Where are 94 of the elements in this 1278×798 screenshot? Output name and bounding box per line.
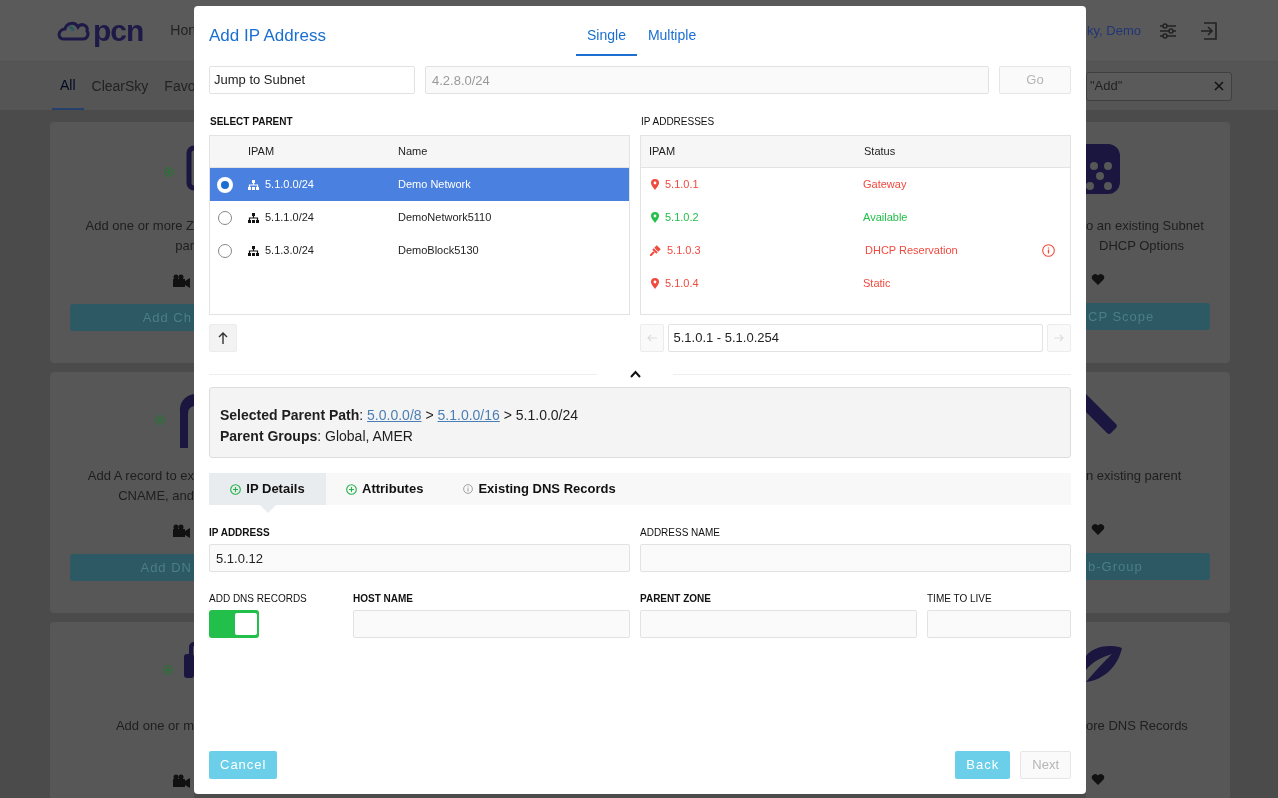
add-icon (346, 483, 357, 495)
arrow-right-icon (1053, 333, 1064, 343)
section-label: SELECT PARENT (210, 115, 294, 129)
ttl-field[interactable] (927, 610, 1071, 638)
radio-button[interactable] (218, 210, 232, 225)
add-icon (163, 665, 173, 675)
table-cell-text: DemoBlock5130 (398, 243, 479, 259)
table-cell-text: Demo Network (398, 177, 471, 193)
field-label: ADDRESS NAME (640, 526, 721, 540)
video-icon (173, 774, 190, 788)
pushpin-icon (650, 245, 661, 256)
tab[interactable]: Single (576, 22, 637, 56)
table-row[interactable]: 5.1.0.1 Gateway (641, 168, 1070, 201)
heart-icon (1091, 273, 1105, 286)
field-label: HOST NAME (353, 592, 414, 606)
video-icon (173, 524, 190, 538)
dialog-title: Add IP Address (209, 25, 327, 48)
subnet-field[interactable]: 4.2.8.0/24 (425, 66, 989, 94)
add-icon (230, 483, 242, 495)
table-cell-text: 5.1.0.4 (665, 276, 700, 292)
arrow-up-icon (218, 332, 228, 344)
location-pin-icon (651, 278, 659, 289)
field-label: TIME TO LIVE (927, 592, 993, 606)
table-cell-text: Static (863, 276, 891, 292)
settings-icon[interactable] (1159, 22, 1177, 39)
logout-icon[interactable] (1200, 21, 1218, 40)
field-label: PARENT ZONE (640, 592, 712, 606)
table-cell-text: 5.1.1.0/24 (265, 210, 315, 226)
network-icon (248, 212, 259, 223)
column-header: Status (864, 144, 896, 160)
ip-address-field[interactable]: 5.1.0.12 (209, 544, 630, 572)
table-cell-text: 5.1.0.1 (665, 177, 700, 193)
location-pin-icon (651, 179, 659, 190)
logo-text: pcn (93, 13, 144, 49)
table-cell-text: 5.1.0.0/24 (265, 177, 315, 193)
range-select[interactable]: 5.1.0.1 - 5.1.0.254 (668, 324, 1043, 352)
parent-groups: Parent Groups: Global, AMER (220, 426, 1060, 447)
add-icon (155, 415, 165, 425)
field-label: IP ADDRESS (209, 526, 271, 540)
column-header: IPAM (248, 144, 276, 160)
location-pin-icon (651, 212, 659, 223)
search-text: "Add" (1089, 77, 1124, 96)
path-link[interactable]: 5.0.0.0/8 (367, 407, 422, 423)
card-text: Add one or more Z (84, 217, 194, 235)
table-cell-text: Available (863, 210, 908, 226)
table-row[interactable]: 5.1.0.4 Static (641, 267, 1070, 300)
table-row[interactable]: 5.1.3.0/24 DemoBlock5130 (210, 234, 629, 267)
tab[interactable]: IP Details (209, 473, 326, 505)
heart-icon (1091, 523, 1105, 536)
card-text: ore DNS Records (1086, 717, 1189, 735)
network-icon (248, 245, 259, 256)
card-text: par (174, 237, 194, 255)
table-row[interactable]: 5.1.1.0/24 DemoNetwork5110 (210, 201, 629, 234)
tab[interactable]: Attributes (326, 473, 444, 505)
tab[interactable]: Existing DNS Records (443, 473, 636, 505)
column-header: IPAM (649, 144, 677, 160)
column-header: Name (398, 144, 428, 160)
tab[interactable]: All (52, 62, 84, 110)
section-label: IP ADDRESSES (641, 115, 716, 129)
network-icon (248, 179, 259, 190)
search-field[interactable]: "Add" (1086, 71, 1232, 101)
card-text: n existing parent (1086, 467, 1183, 485)
table-cell-text: 5.1.0.3 (667, 243, 702, 259)
field-label: ADD DNS RECORDS (209, 592, 308, 606)
table-cell-text: 5.1.0.2 (665, 210, 700, 226)
leaf-icon (1086, 644, 1122, 684)
parent-zone-field[interactable] (640, 610, 917, 638)
info-icon (463, 484, 474, 494)
address-name-field[interactable] (640, 544, 1071, 572)
path-link[interactable]: 5.1.0.0/16 (437, 407, 500, 423)
up-button[interactable] (209, 324, 237, 352)
jump-select[interactable]: Jump to Subnet (209, 66, 415, 94)
heart-icon (1091, 773, 1105, 786)
table-row[interactable]: 5.1.0.0/24 Demo Network (210, 168, 629, 201)
collapse-icon[interactable] (629, 370, 641, 378)
table-row[interactable]: 5.1.0.2 Available (641, 201, 1070, 234)
table-cell-text: 5.1.3.0/24 (265, 243, 315, 259)
lock-icon (184, 640, 194, 678)
card-text: CNAME, and (117, 487, 194, 505)
table-cell-text: Gateway (863, 177, 907, 193)
tab[interactable]: Multiple (642, 22, 702, 56)
parent-path: Selected Parent Path: 5.0.0.0/8 > 5.1.0.0/16 > 5.1.0.0/24 (220, 406, 580, 425)
host-name-field[interactable] (353, 610, 630, 638)
video-icon (173, 274, 190, 288)
toggle-switch[interactable] (209, 610, 259, 638)
table-cell-text: DHCP Reservation (865, 243, 958, 259)
table-row[interactable]: 5.1.0.3 DHCP Reservation (641, 234, 1070, 267)
radio-button[interactable] (218, 243, 232, 258)
table-cell-text: DemoNetwork5110 (398, 210, 492, 226)
card-text: Add A record to ex (86, 467, 194, 485)
arrow-left-icon (647, 333, 658, 343)
clear-icon[interactable] (1214, 81, 1224, 91)
card-text: DHCP Options (1098, 237, 1185, 255)
add-icon (164, 167, 174, 177)
